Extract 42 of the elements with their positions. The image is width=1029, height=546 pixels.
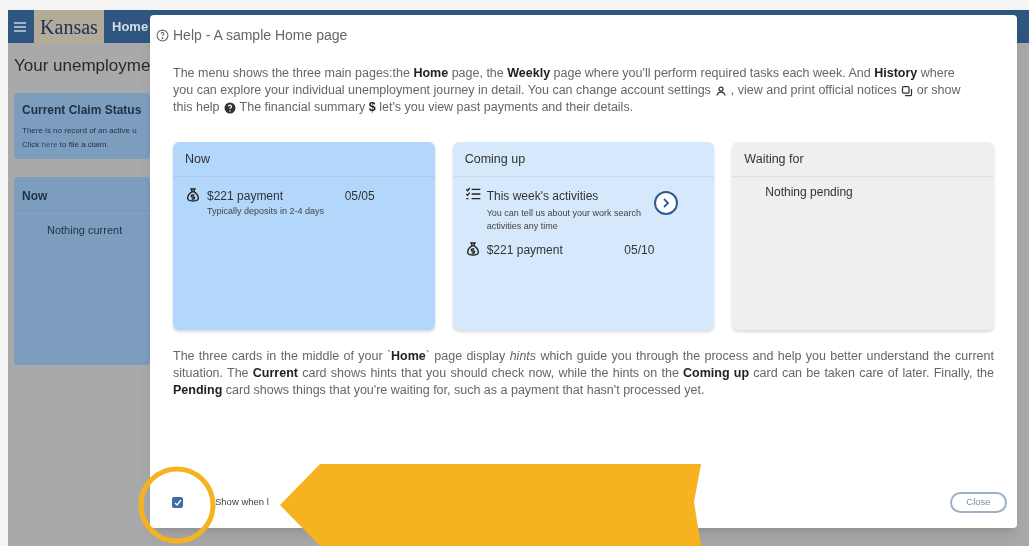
chevron-right-icon: [662, 197, 671, 208]
checklist-icon: [464, 186, 481, 201]
help-text: The menu shows the three main pages:the Home page, the Weekly page where you'll perform required tasks each week. And History where: [173, 65, 955, 82]
payment-date: 05/10: [624, 241, 655, 259]
help-icon: [156, 29, 169, 42]
hint-card-title: Waiting for: [732, 142, 994, 177]
close-button[interactable]: Close: [950, 492, 1007, 513]
help-text: you can explore your individual unemployment journey in detail. You can change account settings: [173, 82, 711, 99]
file-claim-link[interactable]: here: [41, 139, 58, 149]
checkmark-icon: [173, 498, 182, 507]
help-text: The financial summary $ let's you view past payments and their details.: [239, 99, 634, 116]
help-text: , view and print official notices: [730, 82, 897, 99]
nav-home[interactable]: Home: [112, 16, 149, 37]
activity-note: You can tell us about your work search activities any time: [486, 206, 642, 233]
documents-icon: [900, 84, 913, 97]
page-title: Your unemployme: [14, 55, 151, 77]
payment-note: Typically deposits in 2-4 days: [207, 204, 326, 218]
payment-title: $221 payment: [486, 241, 564, 259]
help-text: or show: [916, 82, 961, 99]
show-on-start-checkbox[interactable]: [172, 497, 183, 508]
dialog-title: Help - A sample Home page: [173, 26, 348, 45]
hint-card-title: Now: [173, 142, 435, 177]
status-text: There is no record of an active u: [22, 124, 138, 137]
payment-title: $221 payment: [207, 187, 285, 205]
logo[interactable]: Kansas: [34, 10, 104, 43]
checkbox-label: Show when l: [215, 495, 269, 510]
help-text: The three cards in the middle of your `Home` page display hints which guide you through the process and help you better understand the current situation. The Current card shows hints that you should check now, while the hints on the Coming up card can be taken care of later. Finally, the Pending card shows things that you're waiting for, such as a payment that hasn't processed yet.: [173, 348, 994, 399]
empty-text: Nothing pending: [764, 183, 854, 201]
help-icon: [223, 101, 236, 114]
activity-title: This week's activities: [486, 187, 600, 205]
menu-icon[interactable]: [14, 21, 26, 32]
logo-text: Kansas: [40, 17, 98, 37]
status-text: Click here to file a claim.: [22, 138, 110, 151]
chevron-button[interactable]: [654, 190, 679, 215]
hint-card-title: Coming up: [452, 142, 715, 177]
empty-text: Nothing current: [46, 222, 124, 238]
person-icon: [714, 84, 727, 97]
payment-date: 05/05: [344, 187, 375, 205]
help-text: this help: [173, 99, 220, 116]
status-card-title: Current Claim Status: [22, 101, 142, 119]
money-bag-icon: [185, 186, 201, 203]
money-bag-icon: [464, 240, 481, 257]
